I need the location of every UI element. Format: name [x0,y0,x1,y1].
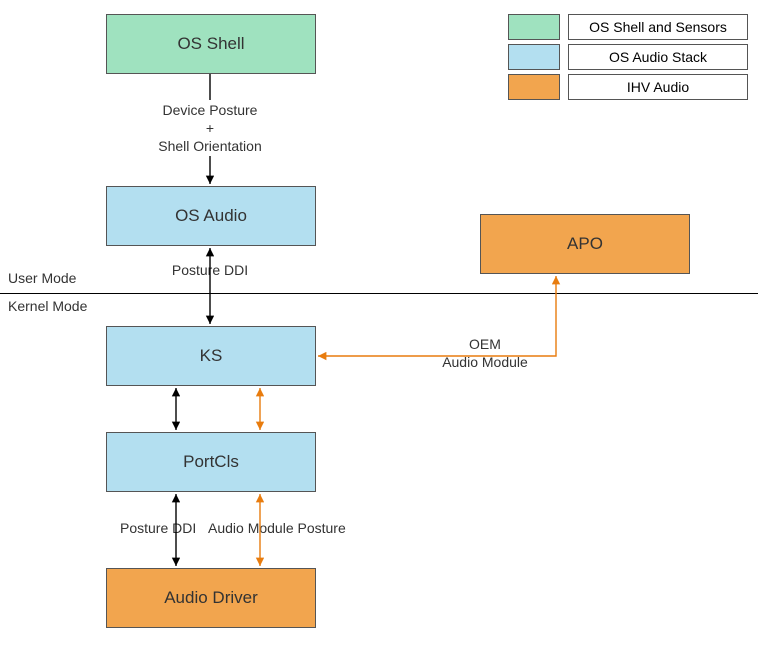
box-portcls: PortCls [106,432,316,492]
box-os-shell: OS Shell [106,14,316,74]
legend-label-ihv-audio: IHV Audio [568,74,748,100]
legend-swatch-blue [508,44,560,70]
box-audio-driver: Audio Driver [106,568,316,628]
mode-divider [0,293,758,294]
label-kernel-mode: Kernel Mode [8,298,87,314]
legend-swatch-green [508,14,560,40]
box-apo: APO [480,214,690,274]
legend-label-audio-stack: OS Audio Stack [568,44,748,70]
label-plus: + [155,120,265,136]
box-ks: KS [106,326,316,386]
label-user-mode: User Mode [8,270,76,286]
legend-swatch-orange [508,74,560,100]
label-audio-module: Audio Module [430,354,540,370]
label-oem: OEM [430,336,540,352]
label-audio-module-posture: Audio Module Posture [208,520,346,536]
legend-label-sensors: OS Shell and Sensors [568,14,748,40]
box-os-audio: OS Audio [106,186,316,246]
label-shell-orientation: Shell Orientation [155,138,265,154]
label-posture-ddi-upper: Posture DDI [155,262,265,278]
label-device-posture: Device Posture [155,102,265,118]
label-posture-ddi-lower: Posture DDI [120,520,196,536]
